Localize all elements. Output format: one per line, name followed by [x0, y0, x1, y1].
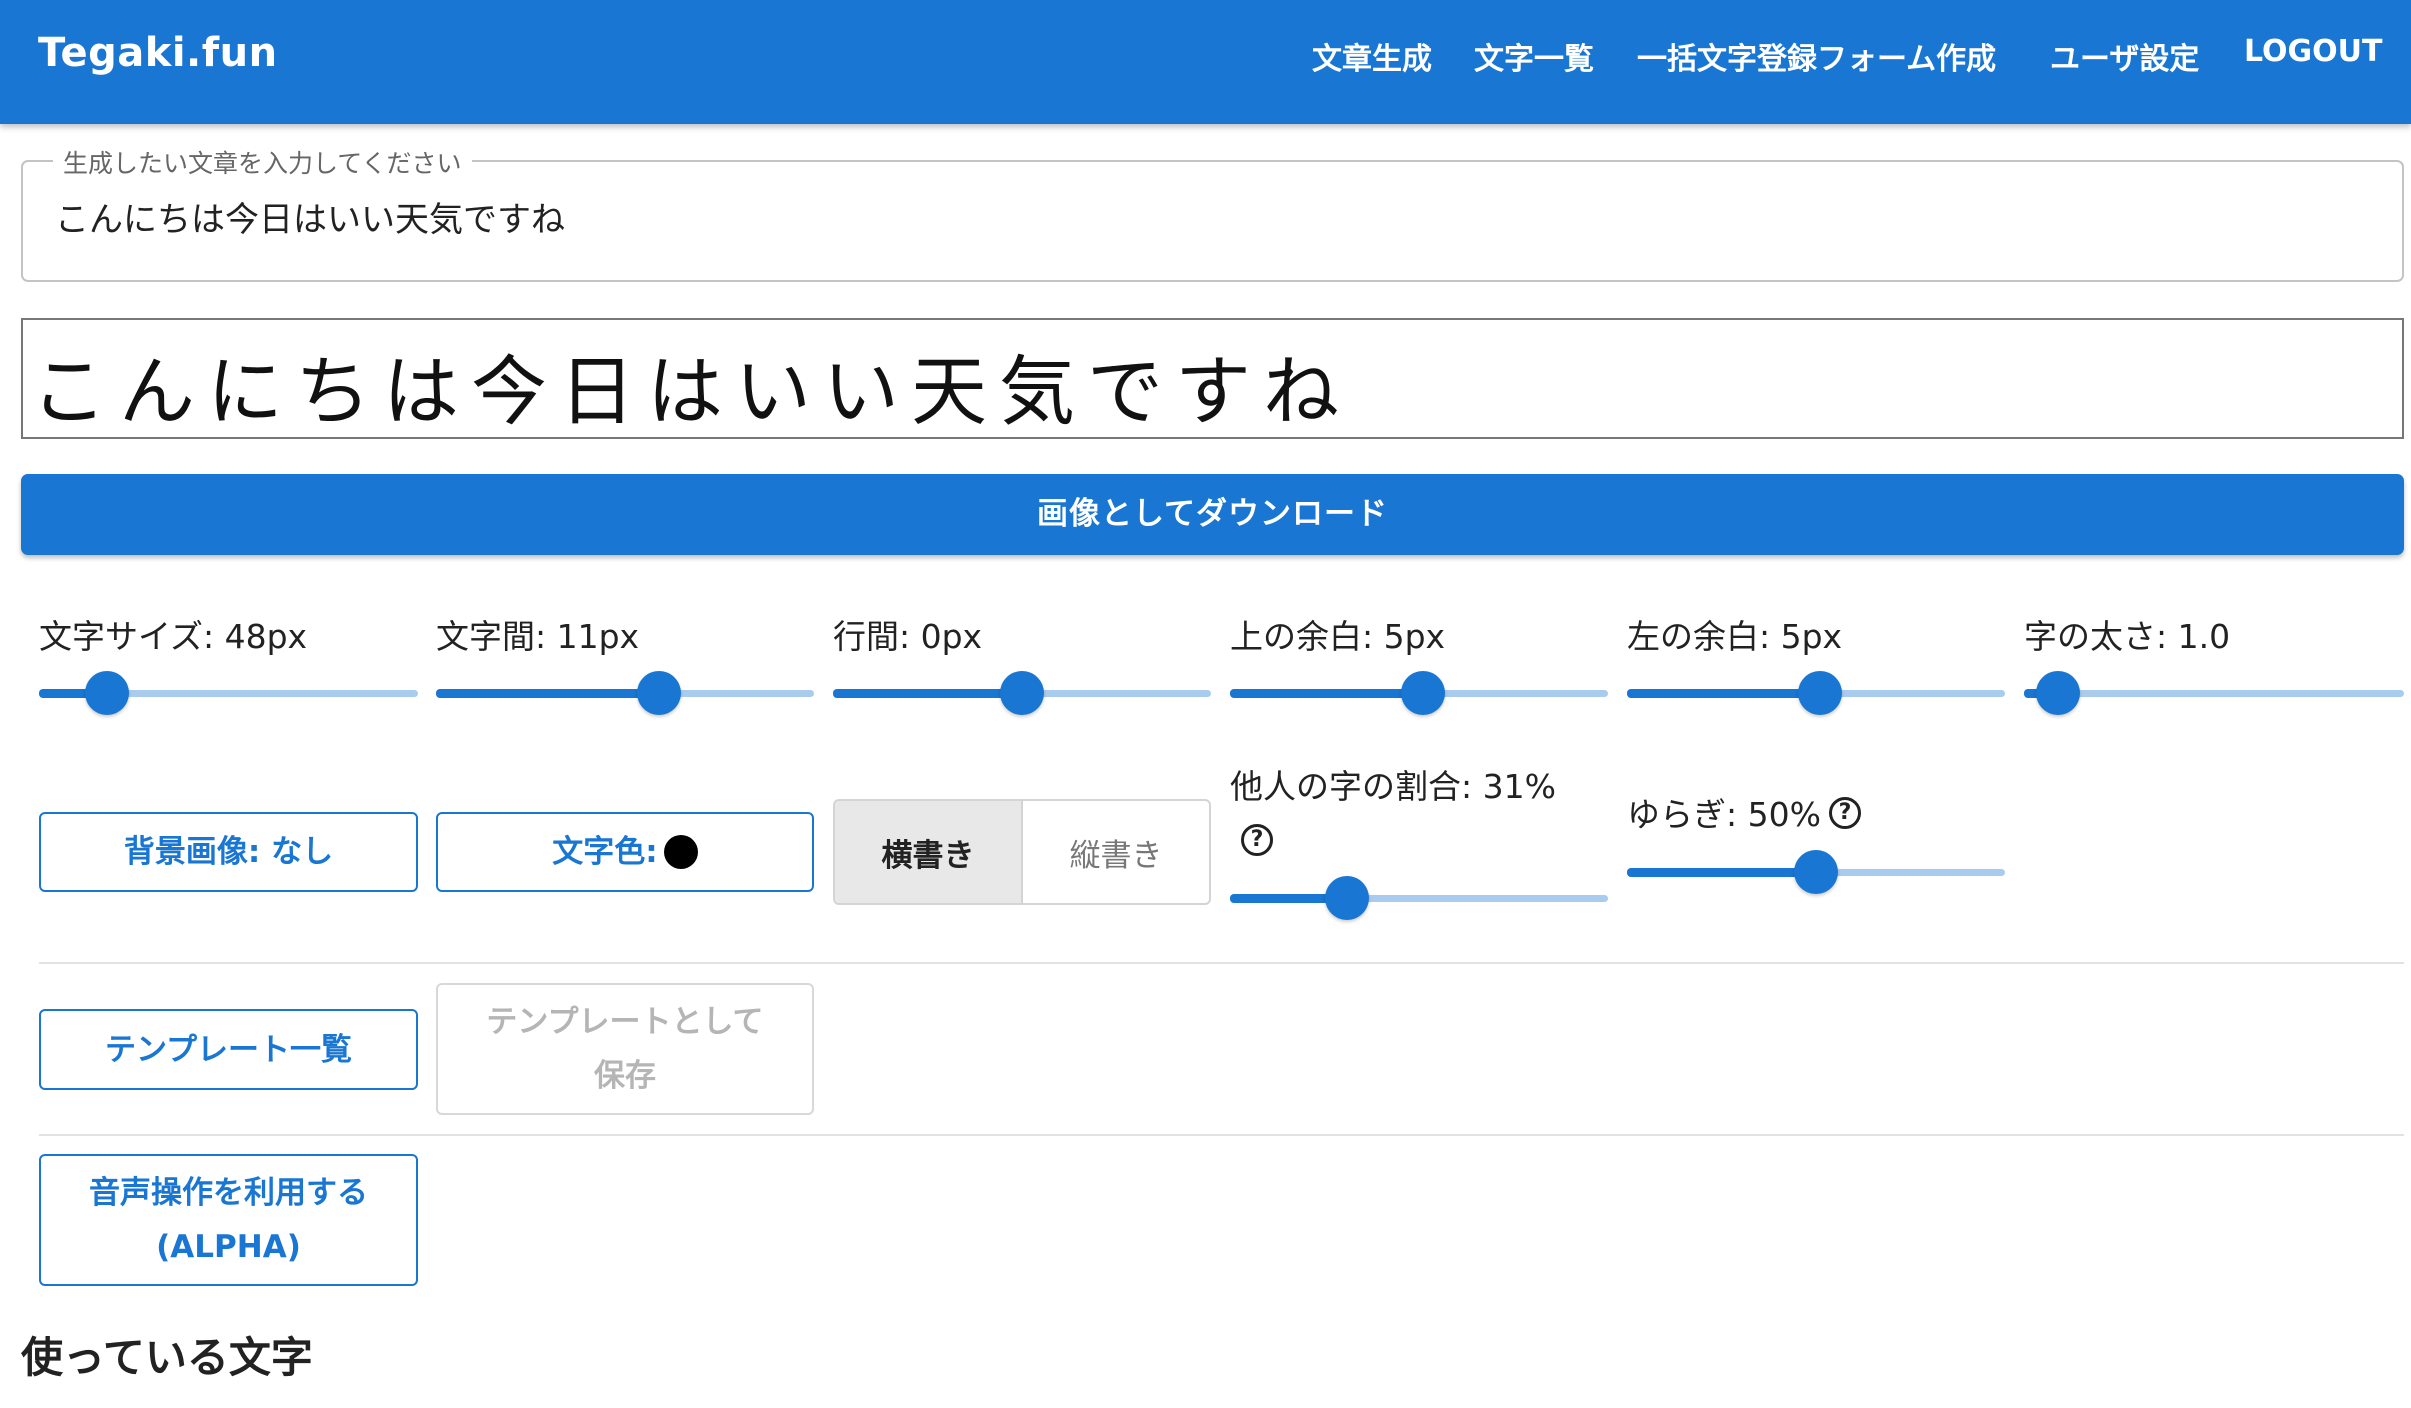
left-margin-slider[interactable]	[1627, 671, 2005, 715]
slider-thumb[interactable]	[1794, 850, 1838, 894]
slider-thumb[interactable]	[1400, 671, 1445, 715]
horizontal-writing-toggle[interactable]: 横書き	[835, 801, 1023, 903]
slider-fill	[1627, 689, 1820, 698]
app-bar: Tegaki.fun 文章生成 文字一覧 一括文字登録フォーム作成 ユーザ設定 …	[0, 0, 2411, 124]
slider-thumb[interactable]	[1325, 876, 1370, 920]
slider-fill	[833, 689, 1022, 698]
divider	[39, 962, 2404, 964]
letter-spacing-label: 文字間: 11px	[436, 617, 640, 656]
template-list-button-label: テンプレート一覧	[104, 1031, 353, 1068]
slider-thumb[interactable]	[1797, 671, 1842, 715]
slider-track	[2024, 690, 2404, 697]
nav-generate-text[interactable]: 文章生成	[1312, 34, 1432, 78]
text-color-button-label: 文字色:	[552, 834, 658, 870]
others-ratio-label: 他人の字の割合: 31%	[1230, 767, 1556, 806]
top-margin-label: 上の余白: 5px	[1230, 617, 1446, 656]
others-ratio-slider[interactable]	[1230, 876, 1608, 920]
stroke-weight-label: 字の太さ: 1.0	[2024, 617, 2231, 656]
font-size-slider[interactable]	[39, 671, 418, 715]
slider-thumb[interactable]	[85, 671, 130, 715]
line-spacing-label: 行間: 0px	[833, 617, 983, 656]
slider-fill	[436, 689, 660, 698]
handwriting-preview-canvas: こんにちは今日はいい天気ですね	[31, 347, 1351, 436]
vertical-writing-toggle[interactable]: 縦書き	[1023, 801, 1209, 903]
text-color-button[interactable]: 文字色:	[436, 812, 814, 892]
divider	[39, 1134, 2404, 1136]
help-icon[interactable]: ?	[1241, 824, 1273, 856]
fluctuation-label: ゆらぎ: 50%	[1627, 795, 1821, 834]
slider-thumb[interactable]	[637, 671, 682, 715]
voice-control-button[interactable]: 音声操作を利用する (ALPHA)	[39, 1154, 418, 1286]
sentence-field-label: 生成したい文章を入力してください	[53, 144, 472, 180]
save-template-button-label: テンプレートとして保存	[486, 1004, 764, 1094]
nav-logout[interactable]: LOGOUT	[2244, 34, 2383, 69]
nav-bulk-register-form[interactable]: 一括文字登録フォーム作成	[1637, 34, 1996, 78]
letter-spacing-slider[interactable]	[436, 671, 814, 715]
orientation-toggle: 横書き 縦書き	[833, 799, 1211, 905]
voice-control-button-label: 音声操作を利用する (ALPHA)	[89, 1175, 368, 1265]
slider-fill	[1627, 868, 1816, 877]
sentence-input[interactable]	[55, 196, 2355, 236]
nav-character-list[interactable]: 文字一覧	[1474, 34, 1594, 78]
color-swatch-icon	[663, 835, 698, 869]
slider-thumb[interactable]	[2036, 671, 2081, 715]
brand-logo[interactable]: Tegaki.fun	[38, 30, 278, 76]
left-margin-label: 左の余白: 5px	[1627, 617, 1843, 656]
slider-fill	[1230, 689, 1423, 698]
stroke-weight-slider[interactable]	[2024, 671, 2404, 715]
background-image-button[interactable]: 背景画像: なし	[39, 812, 418, 892]
save-template-button[interactable]: テンプレートとして保存	[436, 983, 814, 1115]
nav-user-settings[interactable]: ユーザ設定	[2050, 34, 2199, 78]
sentence-field[interactable]: 生成したい文章を入力してください	[21, 144, 2404, 282]
download-image-button[interactable]: 画像としてダウンロード	[21, 474, 2404, 555]
slider-thumb[interactable]	[1000, 671, 1044, 715]
template-list-button[interactable]: テンプレート一覧	[39, 1009, 418, 1090]
handwriting-preview-text: こんにちは今日はいい天気ですね	[31, 347, 1351, 436]
help-icon[interactable]: ?	[1829, 797, 1861, 829]
background-image-button-label: 背景画像: なし	[123, 834, 334, 870]
fluctuation-slider[interactable]	[1627, 850, 2005, 894]
handwriting-preview: こんにちは今日はいい天気ですね	[21, 318, 2404, 439]
used-characters-heading: 使っている文字	[21, 1333, 313, 1382]
top-margin-slider[interactable]	[1230, 671, 1608, 715]
font-size-label: 文字サイズ: 48px	[39, 617, 308, 656]
line-spacing-slider[interactable]	[833, 671, 1211, 715]
